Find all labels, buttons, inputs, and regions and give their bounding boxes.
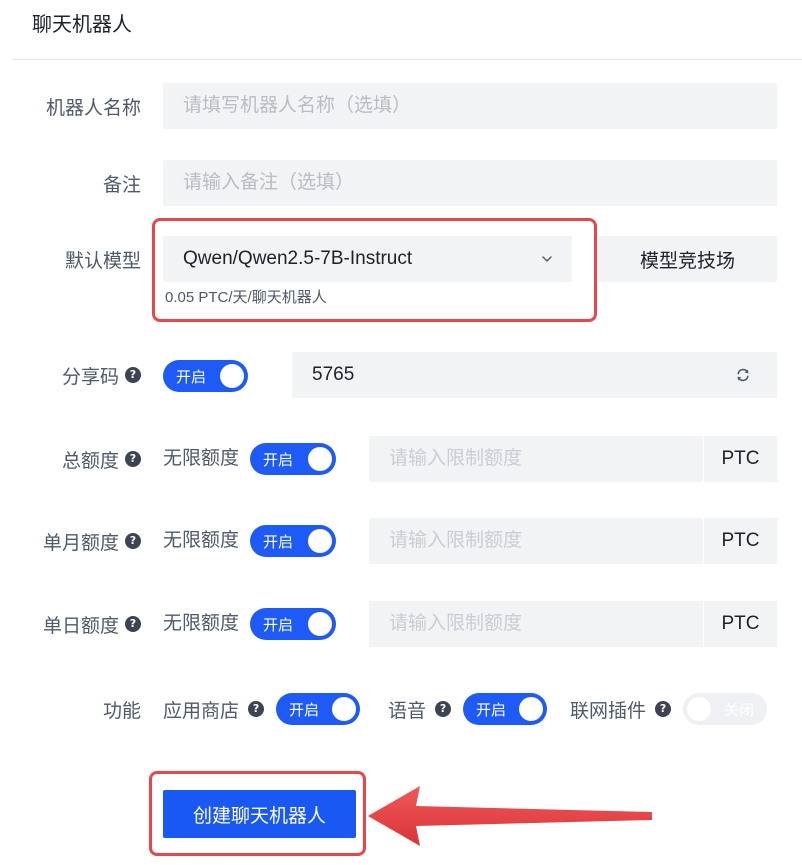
total-quota-label-text: 总额度 bbox=[61, 450, 119, 472]
help-icon[interactable] bbox=[125, 451, 141, 467]
bot-name-label: 机器人名称 bbox=[0, 90, 141, 122]
daily-quota-unlimited-toggle[interactable]: 开启 bbox=[250, 608, 336, 640]
model-arena-button[interactable]: 模型竞技场 bbox=[598, 236, 777, 282]
monthly-quota-unlimited-label: 无限额度 bbox=[163, 530, 240, 551]
help-icon[interactable] bbox=[125, 533, 141, 549]
monthly-quota-input[interactable] bbox=[369, 518, 703, 564]
remark-label-text: 备注 bbox=[102, 174, 141, 196]
arrow-left-icon bbox=[368, 786, 652, 846]
feature-web-plugin-toggle-text: 关闭 bbox=[724, 701, 755, 719]
toggle-knob bbox=[308, 612, 332, 636]
model-price-note: 0.05 PTC/天/聊天机器人 bbox=[165, 289, 327, 306]
feature-web-plugin-label: 联网插件 bbox=[570, 700, 647, 722]
feature-app-store-toggle-text: 开启 bbox=[289, 701, 320, 719]
help-icon[interactable] bbox=[125, 367, 141, 383]
bot-name-input[interactable] bbox=[163, 83, 777, 129]
features-label-text: 功能 bbox=[102, 700, 141, 722]
toggle-knob bbox=[308, 529, 332, 553]
share-code-label-text: 分享码 bbox=[61, 366, 119, 388]
daily-quota-unit: PTC bbox=[703, 601, 777, 647]
create-chatbot-button[interactable]: 创建聊天机器人 bbox=[163, 790, 356, 838]
share-code-label: 分享码 bbox=[0, 359, 141, 391]
daily-quota-input[interactable] bbox=[369, 601, 703, 647]
monthly-quota-unlimited-toggle[interactable]: 开启 bbox=[250, 525, 336, 557]
share-code-input[interactable] bbox=[292, 352, 732, 398]
total-quota-unit: PTC bbox=[703, 436, 777, 482]
total-quota-label: 总额度 bbox=[0, 443, 141, 475]
help-icon[interactable] bbox=[125, 616, 141, 632]
chevron-down-icon bbox=[542, 256, 552, 262]
page-title: 聊天机器人 bbox=[32, 14, 132, 36]
toggle-knob bbox=[687, 697, 712, 721]
monthly-quota-unit: PTC bbox=[703, 518, 777, 564]
create-chatbot-page: 聊天机器人 机器人名称 备注 默认模型 Qwen/Qwen2.5-7B-Inst… bbox=[0, 0, 802, 865]
feature-app-store: 应用商店 开启 bbox=[163, 693, 361, 725]
monthly-quota-label: 单月额度 bbox=[0, 525, 141, 557]
feature-app-store-toggle[interactable]: 开启 bbox=[276, 693, 361, 725]
share-code-field bbox=[292, 352, 777, 398]
daily-quota-label: 单日额度 bbox=[0, 608, 141, 640]
help-icon[interactable] bbox=[248, 701, 265, 717]
toggle-knob bbox=[332, 697, 357, 721]
feature-voice: 语音 开启 bbox=[388, 693, 548, 725]
monthly-quota-label-text: 单月额度 bbox=[42, 532, 119, 554]
daily-quota-label-text: 单日额度 bbox=[42, 615, 119, 637]
refresh-icon[interactable] bbox=[735, 367, 751, 383]
feature-voice-toggle-text: 开启 bbox=[476, 701, 507, 719]
toggle-knob bbox=[220, 364, 244, 388]
daily-quota-unlimited-label: 无限额度 bbox=[163, 613, 240, 634]
feature-web-plugin: 联网插件 关闭 bbox=[570, 693, 768, 725]
help-icon[interactable] bbox=[655, 701, 672, 717]
help-icon[interactable] bbox=[435, 701, 452, 717]
total-quota-unlimited-label: 无限额度 bbox=[163, 448, 240, 469]
total-quota-toggle-text: 开启 bbox=[263, 451, 294, 469]
share-code-toggle-text: 开启 bbox=[176, 368, 207, 386]
monthly-quota-toggle-text: 开启 bbox=[263, 533, 294, 551]
total-quota-unlimited-toggle[interactable]: 开启 bbox=[250, 443, 336, 475]
default-model-label: 默认模型 bbox=[0, 243, 141, 275]
default-model-label-text: 默认模型 bbox=[64, 250, 141, 272]
create-chatbot-button-label: 创建聊天机器人 bbox=[192, 805, 326, 827]
model-arena-button-label: 模型竞技场 bbox=[639, 250, 735, 272]
feature-voice-label: 语音 bbox=[388, 700, 427, 722]
total-quota-input[interactable] bbox=[369, 436, 703, 482]
model-select-value: Qwen/Qwen2.5-7B-Instruct bbox=[183, 248, 413, 269]
features-label: 功能 bbox=[0, 693, 141, 725]
toggle-knob bbox=[308, 447, 332, 471]
feature-web-plugin-toggle[interactable]: 关闭 bbox=[683, 693, 768, 725]
share-code-toggle[interactable]: 开启 bbox=[163, 360, 248, 392]
remark-label: 备注 bbox=[0, 167, 141, 199]
remark-input[interactable] bbox=[163, 160, 777, 206]
feature-app-store-label: 应用商店 bbox=[163, 700, 240, 722]
header-divider bbox=[12, 59, 802, 60]
daily-quota-toggle-text: 开启 bbox=[263, 616, 294, 634]
toggle-knob bbox=[519, 697, 544, 721]
bot-name-label-text: 机器人名称 bbox=[45, 97, 141, 119]
model-select[interactable]: Qwen/Qwen2.5-7B-Instruct bbox=[163, 236, 572, 282]
feature-voice-toggle[interactable]: 开启 bbox=[463, 693, 548, 725]
